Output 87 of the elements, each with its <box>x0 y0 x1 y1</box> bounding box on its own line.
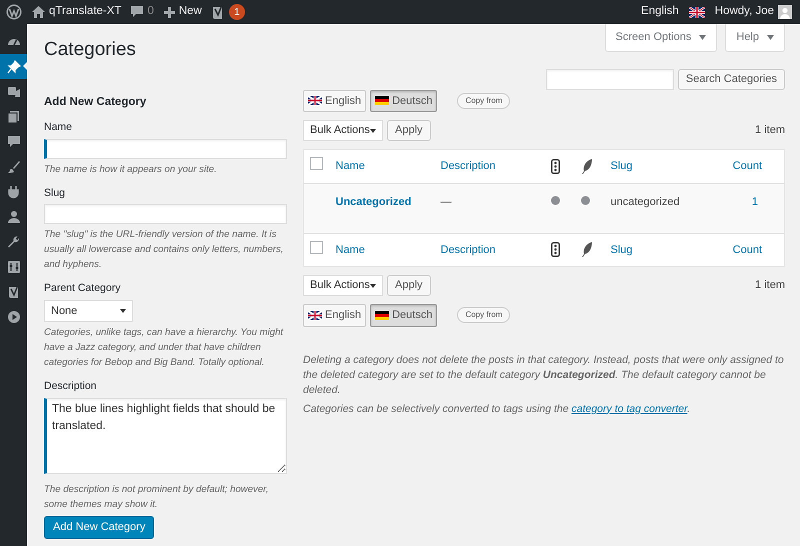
language-tab[interactable]: Deutsch <box>370 90 438 112</box>
language-menu[interactable]: English <box>641 3 679 21</box>
comment-icon <box>6 134 20 148</box>
status-dot <box>580 196 590 204</box>
description-field[interactable]: The blue lines highlight fields that should be translated. <box>44 398 287 474</box>
category-name-link[interactable]: Uncategorized <box>336 196 412 208</box>
add-category-button[interactable]: Add New Category <box>44 516 154 539</box>
bulk-actions-select[interactable]: Bulk Actions <box>303 275 383 296</box>
language-tab[interactable]: Deutsch <box>370 304 438 326</box>
greeting-link[interactable]: Howdy, Joe <box>714 3 774 21</box>
pin-icon <box>6 60 20 74</box>
copy-from-button[interactable]: Copy from <box>457 92 510 109</box>
column-header[interactable]: Description <box>440 160 496 172</box>
feather-icon <box>580 242 592 258</box>
wrench-icon <box>6 234 20 248</box>
plug-icon <box>6 184 20 198</box>
germany-flag-icon <box>375 310 390 320</box>
comment-count[interactable]: 0 <box>147 3 154 21</box>
converter-link[interactable]: category to tag converter <box>572 402 688 414</box>
table-cell: — <box>434 183 544 233</box>
search-field[interactable] <box>546 68 674 90</box>
language-tab[interactable]: English <box>303 90 366 112</box>
status-dot <box>550 196 560 204</box>
select-all-checkbox[interactable] <box>310 240 323 254</box>
page-title: Categories <box>44 38 136 62</box>
note-text: Categories can be selectively converted to tags using the category to tag converter. <box>303 402 692 416</box>
form-heading: Add New Category <box>44 94 148 110</box>
help-tab[interactable]: Help <box>725 24 785 52</box>
caret-icon <box>767 34 774 40</box>
brush-icon <box>6 160 20 174</box>
uk-flag-icon <box>308 96 322 106</box>
caret-icon <box>120 309 126 313</box>
bulk-actions-select[interactable]: Bulk Actions <box>303 120 383 141</box>
table-cell: uncategorized <box>604 183 724 233</box>
sidebar-item[interactable] <box>0 54 27 79</box>
site-name-link[interactable]: qTranslate-XT <box>49 3 122 21</box>
field-hint: The description is not prominent by default; however, some themes may show it. <box>44 483 270 512</box>
yoast-icon[interactable] <box>212 5 225 19</box>
caret-icon <box>370 128 376 132</box>
sliders-icon <box>6 260 20 274</box>
traffic-light-icon <box>550 242 560 258</box>
caret-icon <box>370 284 376 288</box>
notification-badge: 1 <box>228 4 245 20</box>
field-hint: Categories, unlike tags, can have a hierarchy. You might have a Jazz category, and under that have children categories for Bebop and Big Band. Totally optional. <box>44 326 284 370</box>
copy-from-button[interactable]: Copy from <box>457 307 510 324</box>
play-icon <box>6 310 20 324</box>
select-all-checkbox[interactable] <box>310 157 323 170</box>
column-header[interactable]: Name <box>336 160 365 172</box>
traffic-light-icon <box>550 158 560 174</box>
note-text: Deleting a category does not delete the posts in that category. Instead, posts that were only assigned to the deleted category are set to the default category Uncategorized. The default category cannot be deleted. <box>303 352 785 398</box>
feather-icon <box>580 158 592 174</box>
column-header[interactable]: Name <box>336 244 365 256</box>
text-field[interactable] <box>44 138 287 158</box>
column-header[interactable]: Count <box>732 160 762 172</box>
item-count: 1 item <box>755 123 785 138</box>
field-hint: The "slug" is the URL-friendly version of the name. It is usually all lowercase and contains only letters, numbers, and hyphens. <box>44 228 284 272</box>
apply-button[interactable]: Apply <box>387 275 431 296</box>
field-label: Parent Category <box>44 281 122 296</box>
column-header[interactable]: Description <box>440 244 496 256</box>
field-hint: The name is how it appears on your site. <box>44 162 218 176</box>
parent-select[interactable]: None <box>44 300 133 322</box>
media-icon <box>6 84 20 98</box>
user-icon <box>6 210 20 224</box>
uk-flag-icon <box>308 310 322 320</box>
plus-icon[interactable] <box>164 6 175 18</box>
yoast-icon <box>6 284 20 298</box>
pages-icon <box>6 110 20 124</box>
column-header[interactable]: Slug <box>610 160 633 172</box>
item-count: 1 item <box>755 278 785 294</box>
home-icon[interactable] <box>32 6 45 18</box>
text-field[interactable] <box>44 204 287 224</box>
column-header[interactable]: Count <box>732 244 762 256</box>
screen-options-tab[interactable]: Screen Options <box>604 24 718 52</box>
new-link[interactable]: New <box>178 3 202 21</box>
uk-flag-icon <box>688 6 705 18</box>
apply-button[interactable]: Apply <box>387 120 431 141</box>
wordpress-logo-icon[interactable] <box>6 4 22 20</box>
field-label: Slug <box>44 186 66 200</box>
comment-icon[interactable] <box>131 6 144 18</box>
count-link[interactable]: 1 <box>752 196 758 208</box>
field-label: Name <box>44 120 74 135</box>
caret-icon <box>699 34 706 40</box>
field-label: Description <box>44 379 98 394</box>
language-tab[interactable]: English <box>303 304 366 326</box>
germany-flag-icon <box>375 96 390 106</box>
column-header[interactable]: Slug <box>610 244 633 256</box>
search-button[interactable]: Search Categories <box>678 68 785 90</box>
